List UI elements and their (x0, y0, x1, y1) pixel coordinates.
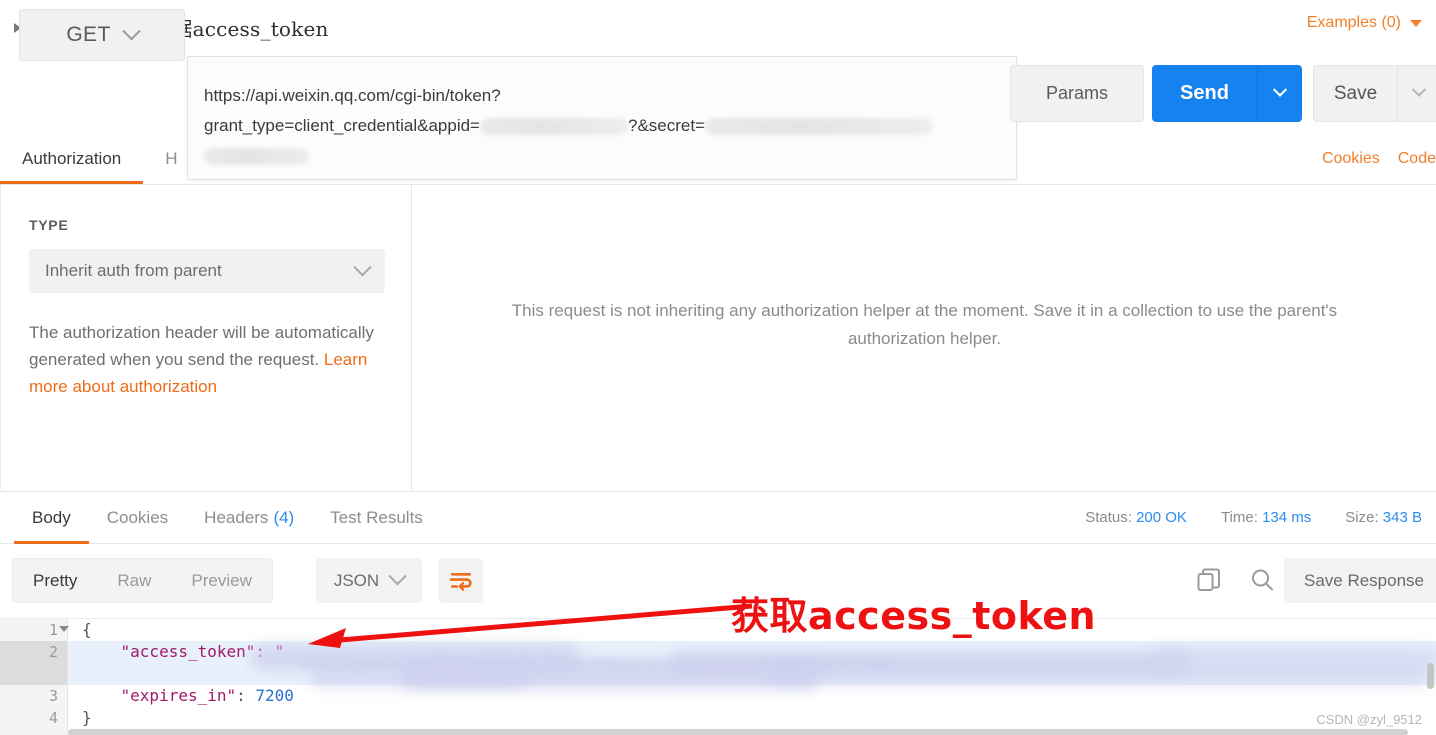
view-mode-preview[interactable]: Preview (171, 559, 271, 602)
horizontal-scrollbar[interactable] (68, 729, 1408, 735)
tab-test-results-label: Test Results (330, 508, 423, 527)
time-badge: Time: 134 ms (1221, 509, 1311, 526)
line-number-text: 1 (48, 621, 58, 639)
http-method-select[interactable]: GET (19, 9, 185, 61)
time-value: 134 ms (1262, 508, 1312, 526)
code-line-4: } (82, 708, 92, 727)
examples-label[interactable]: Examples (0) (1307, 14, 1401, 32)
cookies-link[interactable]: Cookies (1322, 150, 1380, 168)
save-response-button[interactable]: Save Response (1284, 558, 1436, 603)
line-number: 3 (0, 685, 67, 707)
chevron-down-icon (1411, 82, 1427, 97)
line-number-wrapped (0, 663, 67, 685)
postman-window: 获取接口调用凭据access_token Examples (0) GET ht… (0, 0, 1436, 735)
watermark: CSDN @zyl_9512 (1316, 712, 1422, 727)
status-value: 200 OK (1136, 508, 1187, 526)
chevron-down-icon[interactable] (1410, 19, 1422, 27)
copy-icon (1197, 568, 1220, 591)
response-meta: Status: 200 OK Time: 134 ms Size: 343 B (1085, 491, 1422, 543)
redacted-access-token-text: hdwXJ5gphK00tMOj2-j_yuQb1e1a_77SWkYP0kQw… (300, 657, 899, 673)
authorization-message-panel: This request is not inheriting any autho… (413, 185, 1436, 490)
view-mode-group: Pretty Raw Preview (12, 558, 273, 603)
line-number-text: 2 (48, 643, 58, 661)
authorization-message: This request is not inheriting any autho… (511, 301, 1338, 348)
examples-dropdown[interactable]: Examples (0) (1307, 14, 1422, 32)
tab-body[interactable]: Body (14, 492, 89, 544)
word-wrap-button[interactable] (438, 558, 483, 603)
auth-type-select[interactable]: Inherit auth from parent (29, 249, 385, 293)
format-value: JSON (333, 570, 380, 590)
http-method-label: GET (66, 23, 111, 46)
tab-headers[interactable]: H (143, 133, 199, 184)
request-title-row: 获取接口调用凭据access_token (0, 0, 1436, 55)
annotation-label: 获取access_token (731, 594, 1097, 638)
chevron-down-icon (388, 567, 407, 586)
search-button[interactable] (1248, 566, 1276, 599)
line-number-gutter: 1 2 3 4 (0, 619, 69, 735)
auth-note-text: The authorization header will be automat… (29, 323, 374, 369)
tab-test-results[interactable]: Test Results (312, 492, 441, 544)
save-options-button[interactable] (1397, 65, 1436, 122)
code-link[interactable]: Code (1398, 150, 1436, 168)
size-value: 343 B (1382, 508, 1422, 526)
authorization-panel: TYPE Inherit auth from parent The author… (0, 185, 412, 490)
auth-note: The authorization header will be automat… (29, 319, 374, 400)
send-button-group[interactable]: Send (1152, 65, 1302, 122)
format-select[interactable]: JSON (316, 558, 422, 603)
time-label: Time: (1220, 508, 1258, 526)
chevron-down-icon (1272, 82, 1288, 97)
tab-cookies[interactable]: Cookies (89, 492, 186, 544)
tab-cookies-label: Cookies (106, 508, 169, 527)
line-number: 1 (0, 619, 69, 641)
auth-type-label: TYPE (29, 217, 69, 233)
size-label: Size: (1345, 508, 1379, 526)
line-number: 2 (0, 641, 67, 663)
send-button[interactable]: Send (1152, 65, 1257, 122)
line-number-text: 3 (48, 687, 58, 705)
word-wrap-icon (449, 572, 472, 591)
code-line-3: "expires_in": 7200 (120, 686, 294, 705)
headers-count: (4) (273, 508, 295, 527)
tab-body-label: Body (32, 508, 71, 527)
save-button-group[interactable]: Save (1313, 65, 1436, 122)
url-line-1: https://api.weixin.qq.com/cgi-bin/token? (204, 86, 501, 105)
tab-headers-label: Headers (204, 508, 269, 527)
chevron-down-icon (121, 21, 141, 40)
expires-in-key: "expires_in" (120, 686, 237, 705)
search-icon (1252, 569, 1273, 591)
access-token-key: "access_token": " (82, 642, 285, 661)
view-mode-raw[interactable]: Raw (97, 559, 171, 602)
tab-response-headers[interactable]: Headers (4) (186, 492, 312, 544)
status-label: Status: (1085, 508, 1132, 526)
request-tabs: Authorization H (0, 133, 1436, 185)
request-tabs-links: Cookies Code (1322, 133, 1436, 184)
size-badge: Size: 343 B (1345, 509, 1422, 526)
send-options-button[interactable] (1257, 65, 1302, 122)
params-button[interactable]: Params (1010, 65, 1144, 122)
save-button[interactable]: Save (1313, 65, 1397, 122)
status-badge: Status: 200 OK (1085, 509, 1187, 526)
chevron-down-icon (353, 257, 372, 276)
expires-in-value: 7200 (255, 686, 294, 705)
line-number-text: 4 (48, 709, 58, 727)
vertical-scrollbar[interactable] (1427, 663, 1434, 689)
tab-authorization[interactable]: Authorization (0, 133, 144, 184)
view-mode-pretty[interactable]: Pretty (13, 559, 97, 602)
copy-button[interactable] (1195, 566, 1223, 599)
line-number: 4 (0, 707, 67, 729)
annotation-arrow (308, 603, 753, 648)
auth-type-value: Inherit auth from parent (45, 261, 222, 280)
